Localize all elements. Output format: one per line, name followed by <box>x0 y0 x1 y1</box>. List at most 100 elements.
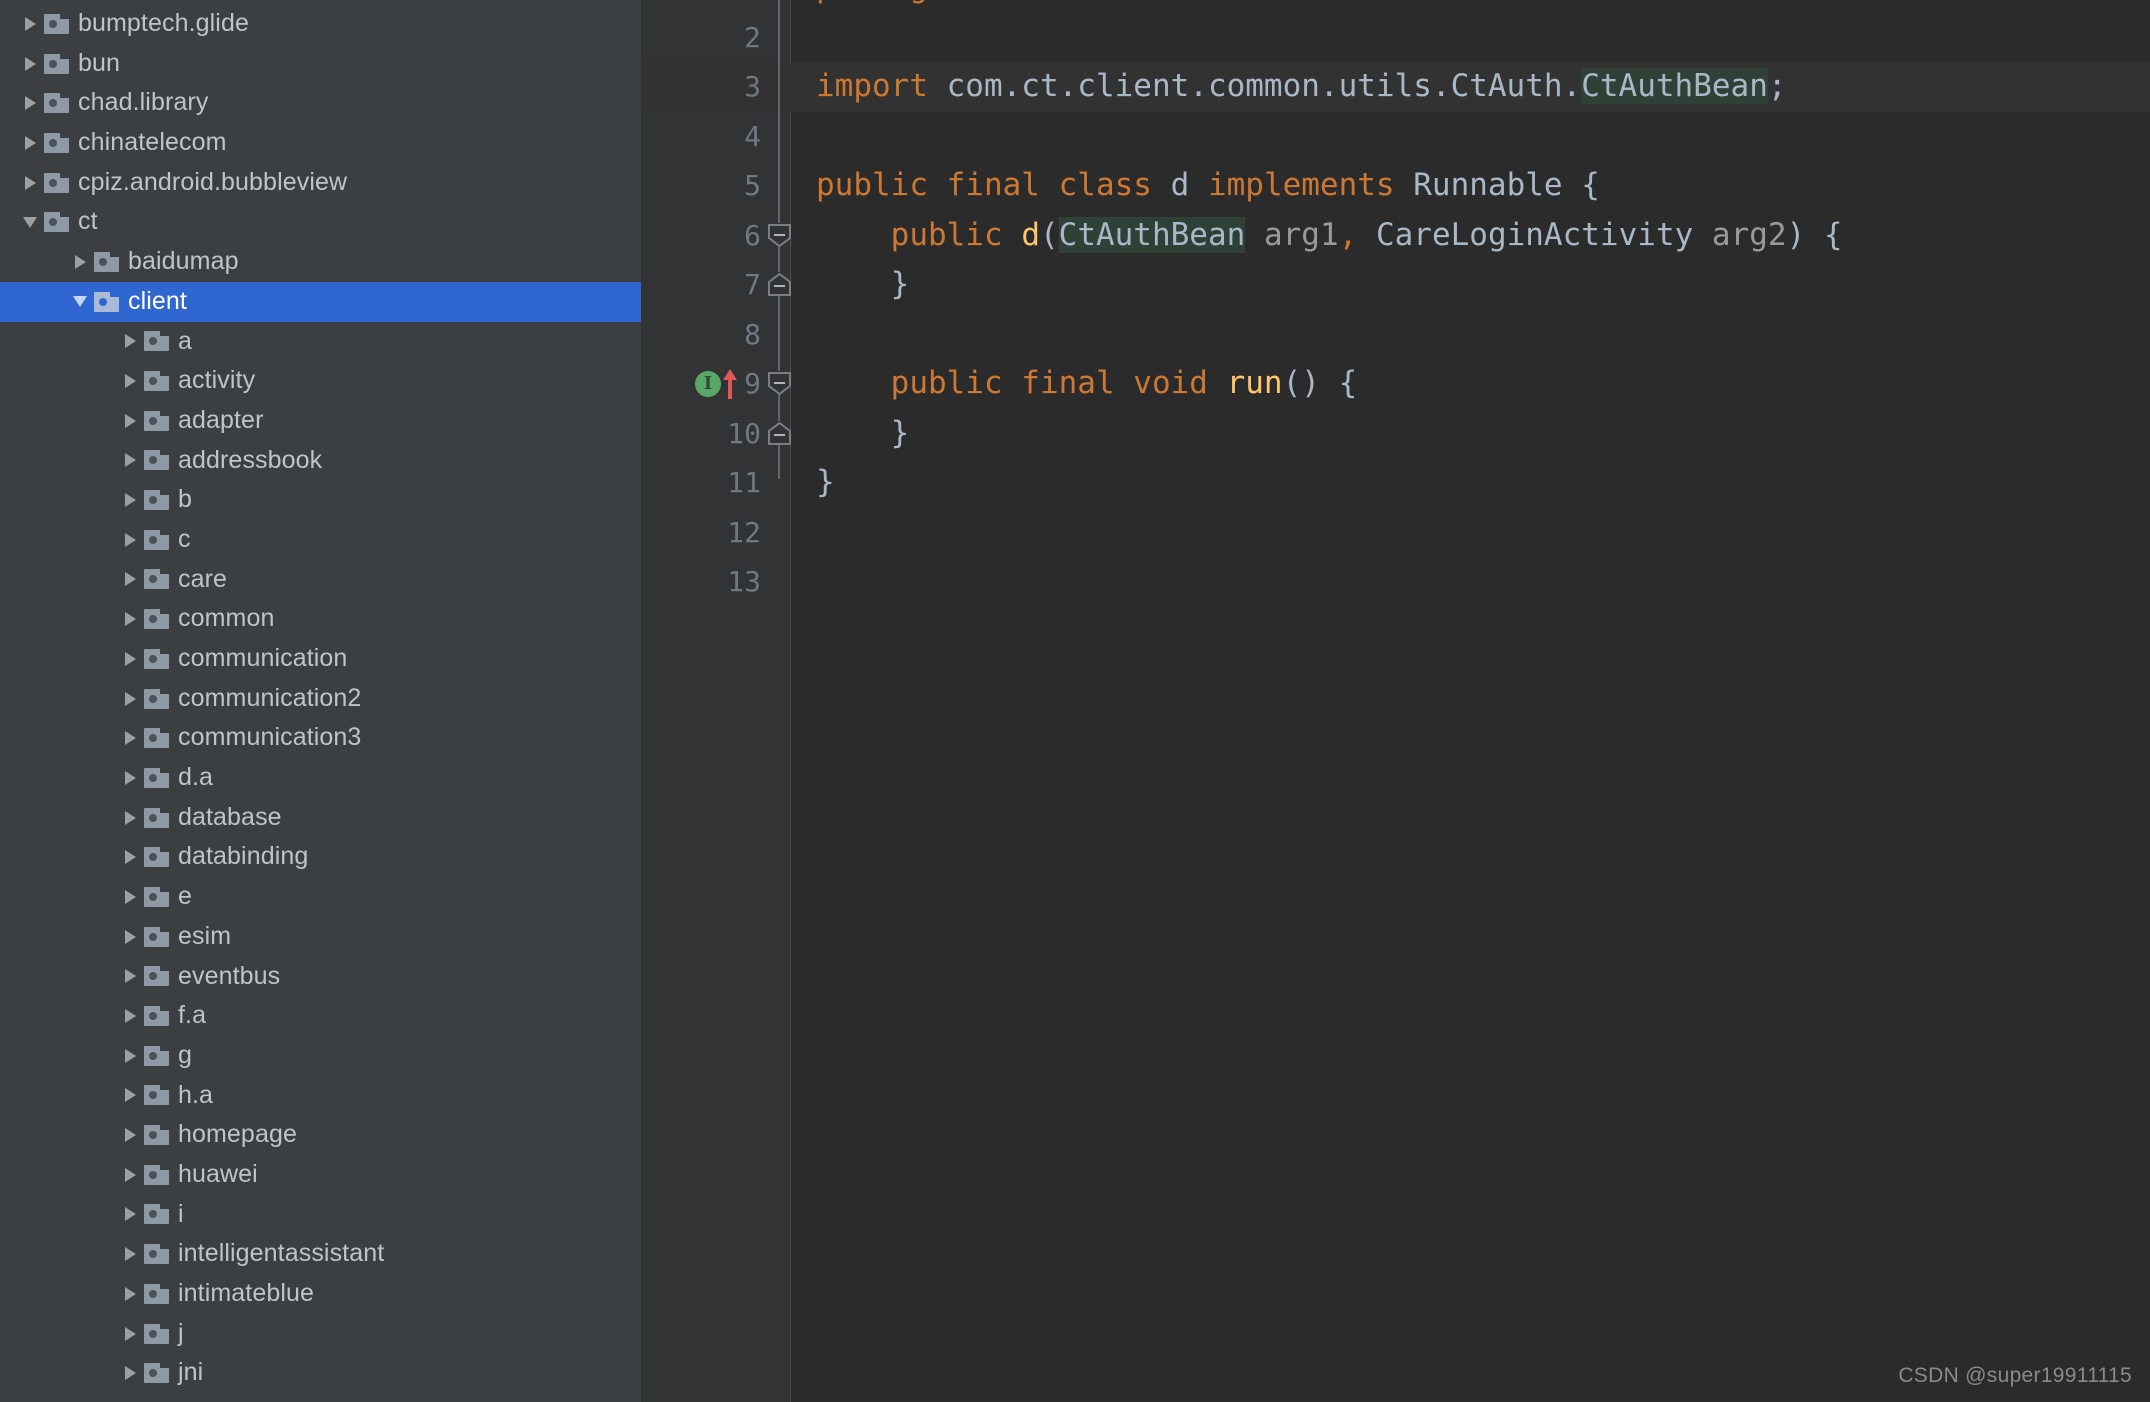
code-line-2[interactable] <box>641 13 2150 63</box>
chevron-right-icon[interactable] <box>16 83 44 123</box>
chevron-right-icon[interactable] <box>116 996 144 1036</box>
fold-collapse-icon[interactable] <box>767 223 792 248</box>
chevron-right-icon[interactable] <box>116 599 144 639</box>
tree-item-label: esim <box>178 921 232 950</box>
chevron-right-icon[interactable] <box>116 1195 144 1235</box>
code-folding-bar[interactable] <box>766 0 792 1402</box>
chevron-right-icon[interactable] <box>116 480 144 520</box>
tree-item-bumptech-glide[interactable]: bumptech.glide <box>0 4 641 44</box>
tree-item-esim[interactable]: esim <box>0 917 641 957</box>
tree-item-chinatelecom[interactable]: chinatelecom <box>0 123 641 163</box>
tree-item-g[interactable]: g <box>0 1036 641 1076</box>
tree-item-cpiz-android-bubbleview[interactable]: cpiz.android.bubbleview <box>0 163 641 203</box>
tree-item-e[interactable]: e <box>0 877 641 917</box>
tree-item-adapter[interactable]: adapter <box>0 401 641 441</box>
chevron-right-icon[interactable] <box>116 957 144 997</box>
code-editor-panel[interactable]: package 2 3 import com.ct.client.common.ut… <box>641 0 2150 1402</box>
tree-item-jni[interactable]: jni <box>0 1353 641 1393</box>
chevron-right-icon[interactable] <box>116 520 144 560</box>
code-text-line-9[interactable]: public final void run() { <box>816 359 1358 409</box>
tree-item-intimateblue[interactable]: intimateblue <box>0 1274 641 1314</box>
chevron-right-icon[interactable] <box>116 718 144 758</box>
tree-item-label: intelligentassistant <box>178 1239 385 1268</box>
tree-item-i[interactable]: i <box>0 1195 641 1235</box>
chevron-right-icon[interactable] <box>116 639 144 679</box>
chevron-right-icon[interactable] <box>116 401 144 441</box>
chevron-down-icon[interactable] <box>16 202 44 242</box>
tree-item-communication2[interactable]: communication2 <box>0 679 641 719</box>
chevron-right-icon[interactable] <box>116 758 144 798</box>
chevron-right-icon[interactable] <box>116 560 144 600</box>
tree-item-h-a[interactable]: h.a <box>0 1076 641 1116</box>
chevron-right-icon[interactable] <box>116 1274 144 1314</box>
chevron-right-icon[interactable] <box>116 441 144 481</box>
chevron-right-icon[interactable] <box>66 242 94 282</box>
fold-end-icon[interactable] <box>767 421 792 446</box>
chevron-right-glyph <box>124 532 136 547</box>
tree-item-baidumap[interactable]: baidumap <box>0 242 641 282</box>
tree-item-databinding[interactable]: databinding <box>0 837 641 877</box>
chevron-right-icon[interactable] <box>116 1234 144 1274</box>
tree-item-j[interactable]: j <box>0 1314 641 1354</box>
tree-item-communication3[interactable]: communication3 <box>0 718 641 758</box>
tree-item-b[interactable]: b <box>0 480 641 520</box>
tree-item-database[interactable]: database <box>0 798 641 838</box>
code-line-8[interactable] <box>641 310 2150 360</box>
tree-item-intelligentassistant[interactable]: intelligentassistant <box>0 1234 641 1274</box>
code-line-11[interactable] <box>641 458 2150 508</box>
tree-item-activity[interactable]: activity <box>0 361 641 401</box>
chevron-right-icon[interactable] <box>116 798 144 838</box>
folder-icon <box>44 172 69 193</box>
tree-item-addressbook[interactable]: addressbook <box>0 441 641 481</box>
tree-item-care[interactable]: care <box>0 560 641 600</box>
code-text-line-11[interactable]: } <box>816 458 835 508</box>
code-line-4[interactable] <box>641 112 2150 162</box>
tree-item-ct[interactable]: ct <box>0 202 641 242</box>
chevron-right-icon[interactable] <box>116 1353 144 1393</box>
tree-item-homepage[interactable]: homepage <box>0 1115 641 1155</box>
code-text-line-1[interactable]: package <box>816 0 965 13</box>
implementing-method-icon[interactable]: I <box>695 367 739 401</box>
chevron-right-icon[interactable] <box>116 361 144 401</box>
chevron-right-icon[interactable] <box>116 322 144 362</box>
code-canvas[interactable]: package 2 3 import com.ct.client.common.ut… <box>641 0 2150 1402</box>
tree-item-chad-library[interactable]: chad.library <box>0 83 641 123</box>
chevron-right-icon[interactable] <box>116 1036 144 1076</box>
chevron-right-icon[interactable] <box>16 163 44 203</box>
code-text-line-10[interactable]: } <box>816 409 910 459</box>
tree-item-d-a[interactable]: d.a <box>0 758 641 798</box>
project-tree-panel[interactable]: bumptech.glide bun chad.library chinateleco… <box>0 0 641 1402</box>
code-text-line-3[interactable]: import com.ct.client.common.utils.CtAuth… <box>816 62 1787 112</box>
chevron-right-icon[interactable] <box>116 877 144 917</box>
chevron-right-icon[interactable] <box>16 4 44 44</box>
code-text-line-6[interactable]: public d(CtAuthBean arg1, CareLoginActiv… <box>816 211 1843 261</box>
code-text-line-5[interactable]: public final class d implements Runnable… <box>816 161 1600 211</box>
tree-item-c[interactable]: c <box>0 520 641 560</box>
fold-end-icon[interactable] <box>767 272 792 297</box>
chevron-right-glyph <box>124 1088 136 1103</box>
tree-item-f-a[interactable]: f.a <box>0 996 641 1036</box>
chevron-right-icon[interactable] <box>116 1115 144 1155</box>
fold-collapse-icon[interactable] <box>767 371 792 396</box>
tree-item-common[interactable]: common <box>0 599 641 639</box>
chevron-right-icon[interactable] <box>116 1076 144 1116</box>
tree-item-client[interactable]: client <box>0 281 641 322</box>
code-line-12[interactable] <box>641 508 2150 558</box>
code-text-line-7[interactable]: } <box>816 260 910 310</box>
chevron-right-icon[interactable] <box>16 123 44 163</box>
code-line-13[interactable] <box>641 557 2150 607</box>
chevron-right-icon[interactable] <box>16 44 44 84</box>
tree-item-a[interactable]: a <box>0 322 641 362</box>
chevron-right-icon[interactable] <box>116 1314 144 1354</box>
chevron-right-glyph <box>124 1366 136 1381</box>
tree-item-huawei[interactable]: huawei <box>0 1155 641 1195</box>
chevron-down-icon[interactable] <box>66 282 94 322</box>
folder-icon <box>44 132 69 153</box>
tree-item-eventbus[interactable]: eventbus <box>0 957 641 997</box>
chevron-right-icon[interactable] <box>116 1155 144 1195</box>
chevron-right-icon[interactable] <box>116 917 144 957</box>
tree-item-communication[interactable]: communication <box>0 639 641 679</box>
chevron-right-icon[interactable] <box>116 837 144 877</box>
tree-item-bun[interactable]: bun <box>0 44 641 84</box>
chevron-right-icon[interactable] <box>116 679 144 719</box>
